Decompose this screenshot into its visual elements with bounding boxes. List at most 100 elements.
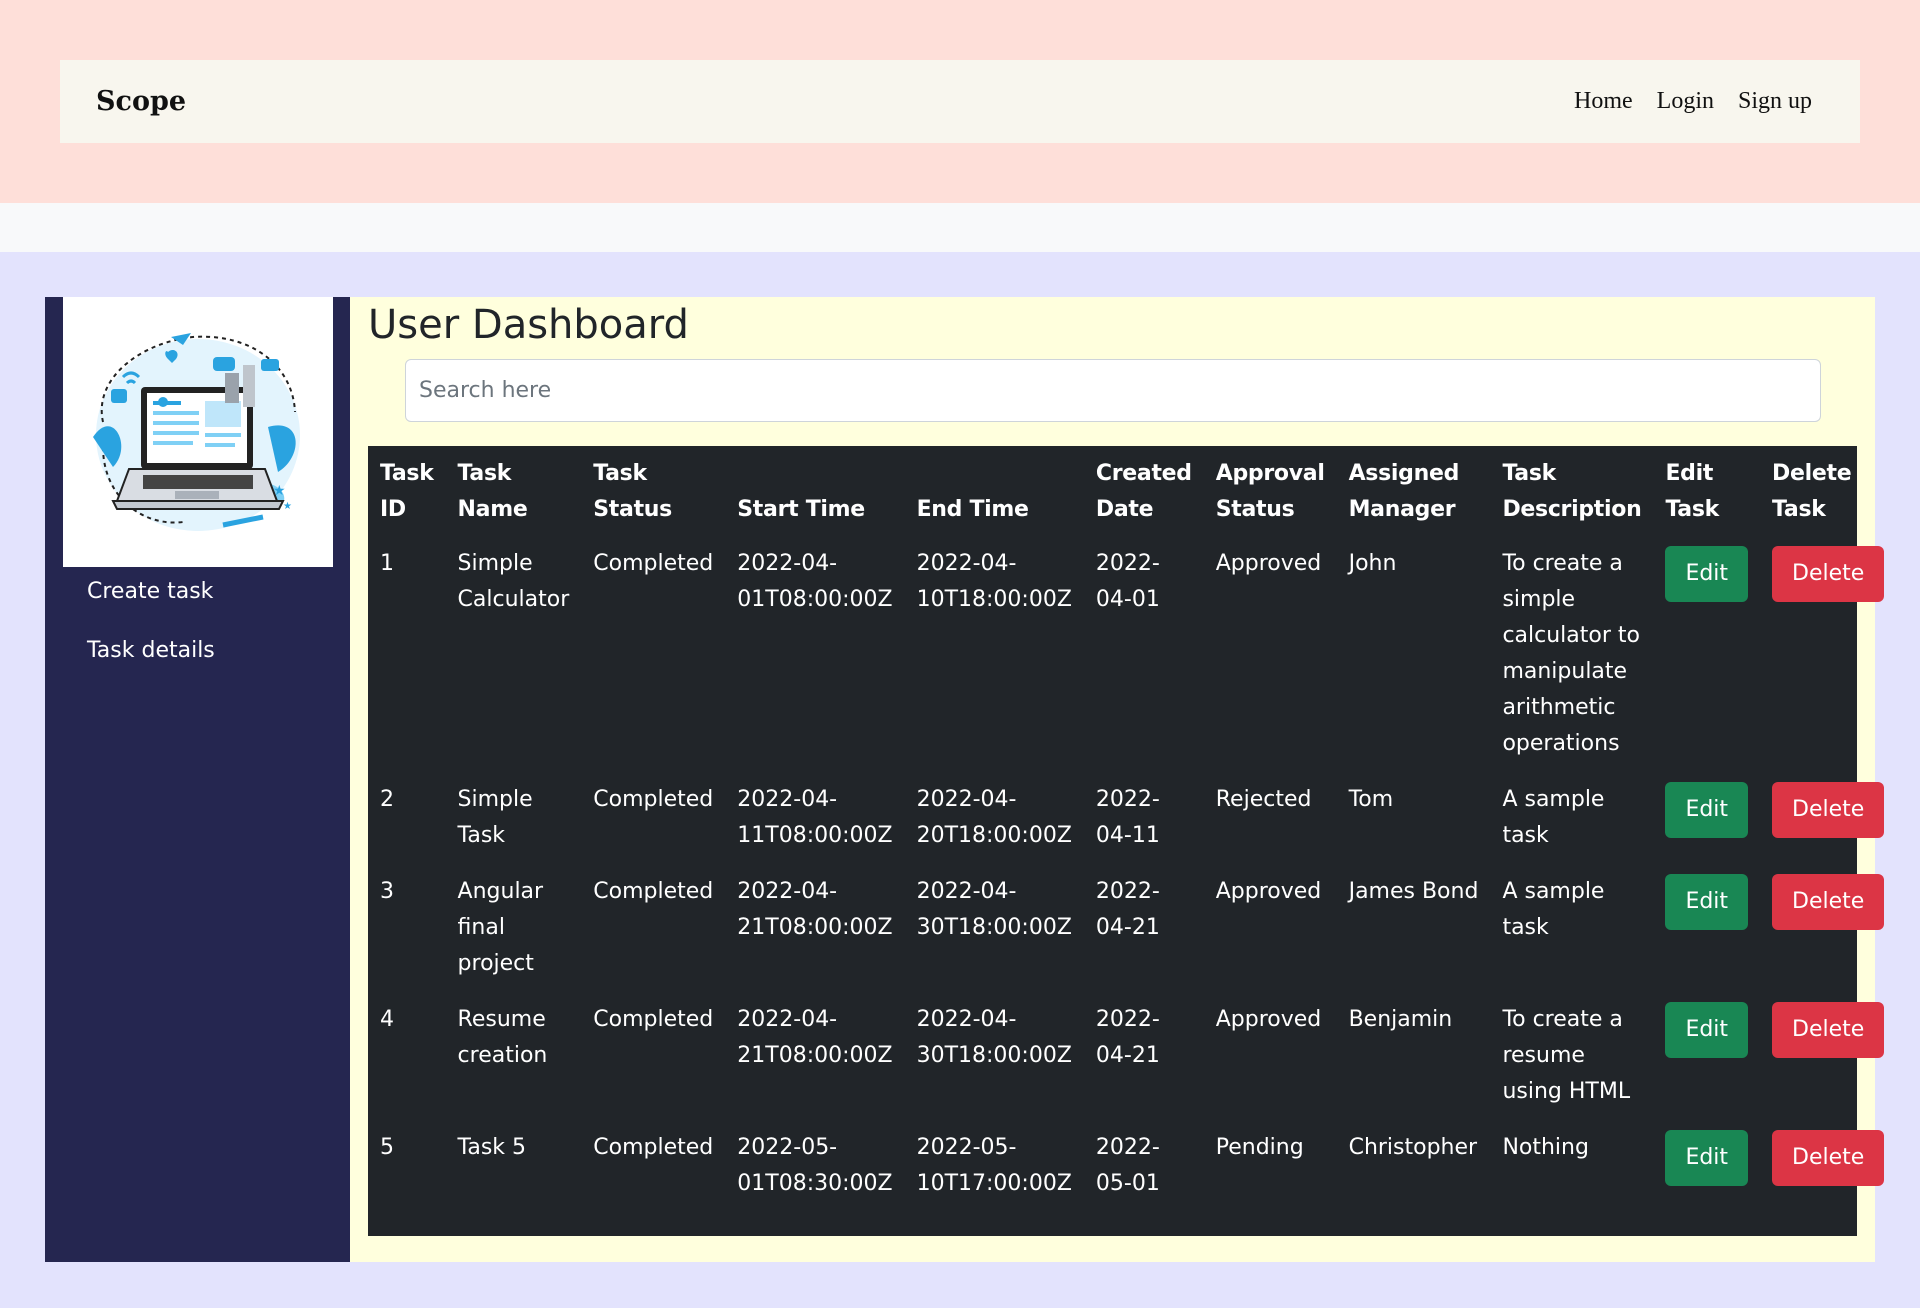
delete-button[interactable]: Delete <box>1772 782 1885 838</box>
column-header: Edit Task <box>1665 461 1719 522</box>
column-header: Task Description <box>1502 461 1642 522</box>
cell-task-name: Simple Calculator <box>457 551 570 612</box>
cell-created-date: 2022-05-01 <box>1095 1135 1160 1196</box>
cell-task-description: A sample task <box>1502 787 1605 848</box>
nav-links: Home Login Sign up <box>1574 88 1812 115</box>
cell-edit: Edit <box>1653 538 1760 774</box>
column-header: Start Time <box>737 497 865 522</box>
table-row: 4 Resume creation Completed 2022-04-21T0… <box>368 994 1896 1122</box>
cell-start-time: 2022-04-01T08:00:00Z <box>737 551 893 612</box>
cell-task-status: Completed <box>593 879 714 904</box>
page-title: User Dashboard <box>368 302 689 348</box>
cell-task-name: Simple Task <box>457 787 533 848</box>
cell-task-description: To create a resume using HTML <box>1502 1007 1631 1104</box>
cell-edit: Edit <box>1653 774 1760 866</box>
cell-approval-status: Approved <box>1215 879 1322 904</box>
cell-start-time: 2022-04-11T08:00:00Z <box>737 787 893 848</box>
cell-end-time: 2022-04-30T18:00:00Z <box>916 1007 1072 1068</box>
cell-delete: Delete <box>1760 538 1896 774</box>
cell-approval-status: Pending <box>1215 1135 1304 1160</box>
cell-assigned-manager: Tom <box>1348 787 1394 812</box>
svg-text:★: ★ <box>273 483 286 499</box>
column-header: Task Status <box>593 461 672 522</box>
edit-button[interactable]: Edit <box>1665 546 1749 602</box>
edit-button[interactable]: Edit <box>1665 1130 1749 1186</box>
task-table: Task ID Task Name Task Status Start Time… <box>368 446 1896 1214</box>
cell-assigned-manager: Benjamin <box>1348 1007 1453 1032</box>
cell-task-description: A sample task <box>1502 879 1605 940</box>
cell-edit: Edit <box>1653 1122 1760 1214</box>
edit-button[interactable]: Edit <box>1665 1002 1749 1058</box>
delete-button[interactable]: Delete <box>1772 1002 1885 1058</box>
task-table-container: Task ID Task Name Task Status Start Time… <box>368 446 1885 1236</box>
search-input[interactable] <box>405 359 1821 422</box>
sidebar-item-create-task[interactable]: Create task <box>87 579 213 604</box>
cell-task-name: Resume creation <box>457 1007 548 1068</box>
edit-button[interactable]: Edit <box>1665 782 1749 838</box>
table-header-row: Task ID Task Name Task Status Start Time… <box>368 446 1896 538</box>
cell-delete: Delete <box>1760 866 1896 994</box>
nav-link-signup[interactable]: Sign up <box>1738 88 1812 115</box>
cell-start-time: 2022-04-21T08:00:00Z <box>737 1007 893 1068</box>
cell-delete: Delete <box>1760 1122 1896 1214</box>
cell-task-id: 3 <box>380 879 394 904</box>
cell-edit: Edit <box>1653 866 1760 994</box>
cell-approval-status: Approved <box>1215 1007 1322 1032</box>
cell-end-time: 2022-04-30T18:00:00Z <box>916 879 1072 940</box>
sidebar-item-task-details[interactable]: Task details <box>87 638 215 663</box>
table-row: 5 Task 5 Completed 2022-05-01T08:30:00Z … <box>368 1122 1896 1214</box>
cell-created-date: 2022-04-21 <box>1095 879 1160 940</box>
column-header: Created Date <box>1095 461 1192 522</box>
cell-task-id: 2 <box>380 787 394 812</box>
column-header: Delete Task <box>1772 461 1852 522</box>
cell-approval-status: Rejected <box>1215 787 1312 812</box>
table-row: 1 Simple Calculator Completed 2022-04-01… <box>368 538 1896 774</box>
cell-created-date: 2022-04-01 <box>1095 551 1160 612</box>
delete-button[interactable]: Delete <box>1772 546 1885 602</box>
navbar: Scope Home Login Sign up <box>60 60 1860 143</box>
cell-task-status: Completed <box>593 551 714 576</box>
column-header: End Time <box>916 497 1029 522</box>
spacer-band <box>0 203 1920 252</box>
edit-button[interactable]: Edit <box>1665 874 1749 930</box>
column-header: Assigned Manager <box>1348 461 1460 522</box>
cell-start-time: 2022-04-21T08:00:00Z <box>737 879 893 940</box>
laptop-illustration-icon: ★ ★ <box>93 333 300 531</box>
nav-link-home[interactable]: Home <box>1574 88 1633 115</box>
cell-task-name: Angular final project <box>457 879 544 976</box>
cell-assigned-manager: James Bond <box>1348 879 1479 904</box>
svg-text:★: ★ <box>283 501 292 512</box>
cell-delete: Delete <box>1760 994 1896 1122</box>
sidebar: ★ ★ Create task Task details <box>45 297 350 1262</box>
cell-task-status: Completed <box>593 1135 714 1160</box>
column-header: Task Name <box>457 461 528 522</box>
table-row: 3 Angular final project Completed 2022-0… <box>368 866 1896 994</box>
cell-end-time: 2022-04-20T18:00:00Z <box>916 787 1072 848</box>
cell-edit: Edit <box>1653 994 1760 1122</box>
nav-link-login[interactable]: Login <box>1657 88 1714 115</box>
cell-task-status: Completed <box>593 787 714 812</box>
cell-task-name: Task 5 <box>457 1135 527 1160</box>
table-row: 2 Simple Task Completed 2022-04-11T08:00… <box>368 774 1896 866</box>
cell-assigned-manager: Christopher <box>1348 1135 1478 1160</box>
cell-approval-status: Approved <box>1215 551 1322 576</box>
cell-assigned-manager: John <box>1348 551 1397 576</box>
cell-task-description: To create a simple calculator to manipul… <box>1502 551 1640 756</box>
cell-task-id: 1 <box>380 551 394 576</box>
cell-created-date: 2022-04-11 <box>1095 787 1160 848</box>
column-header: Approval Status <box>1215 461 1325 522</box>
cell-task-description: Nothing <box>1502 1135 1589 1160</box>
cell-start-time: 2022-05-01T08:30:00Z <box>737 1135 893 1196</box>
cell-end-time: 2022-05-10T17:00:00Z <box>916 1135 1072 1196</box>
column-header: Task ID <box>380 461 434 522</box>
brand-logo-text[interactable]: Scope <box>96 86 186 117</box>
cell-end-time: 2022-04-10T18:00:00Z <box>916 551 1072 612</box>
cell-task-id: 5 <box>380 1135 394 1160</box>
cell-task-id: 4 <box>380 1007 394 1032</box>
cell-task-status: Completed <box>593 1007 714 1032</box>
delete-button[interactable]: Delete <box>1772 874 1885 930</box>
sidebar-logo: ★ ★ <box>63 297 333 567</box>
cell-created-date: 2022-04-21 <box>1095 1007 1160 1068</box>
delete-button[interactable]: Delete <box>1772 1130 1885 1186</box>
cell-delete: Delete <box>1760 774 1896 866</box>
